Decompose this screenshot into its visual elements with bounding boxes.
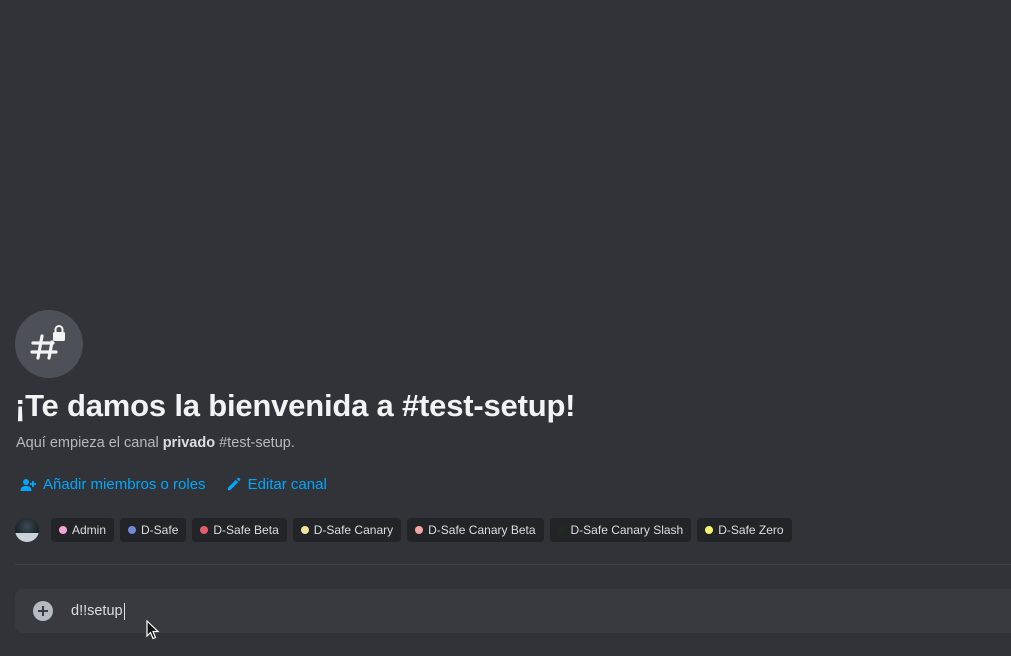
divider bbox=[15, 564, 1011, 565]
channel-members-row: Admin D-Safe D-Safe Beta D-Safe Canary D-Saf… bbox=[15, 518, 792, 542]
role-label: D-Safe Zero bbox=[718, 523, 784, 537]
role-color-dot bbox=[557, 526, 566, 534]
role-color-dot bbox=[415, 526, 424, 534]
member-avatar[interactable] bbox=[15, 518, 39, 542]
pencil-icon bbox=[227, 477, 240, 491]
add-user-icon bbox=[20, 478, 36, 491]
text-caret bbox=[123, 602, 125, 620]
edit-channel-label: Editar canal bbox=[247, 476, 327, 493]
role-label: D-Safe bbox=[141, 523, 179, 537]
role-pill[interactable]: D-Safe Canary Beta bbox=[407, 518, 544, 542]
mouse-cursor-icon bbox=[146, 620, 160, 640]
role-color-dot bbox=[128, 526, 137, 534]
role-label: D-Safe Canary Beta bbox=[428, 523, 536, 537]
attach-button[interactable] bbox=[33, 601, 53, 621]
add-members-label: Añadir miembros o roles bbox=[43, 476, 206, 493]
channel-actions: Añadir miembros o roles Editar canal bbox=[20, 476, 327, 493]
role-color-dot bbox=[59, 526, 67, 534]
role-color-dot bbox=[200, 526, 209, 534]
edit-channel-button[interactable]: Editar canal bbox=[226, 476, 327, 493]
add-members-button[interactable]: Añadir miembros o roles bbox=[20, 476, 206, 493]
role-label: D-Safe Canary bbox=[313, 523, 394, 537]
private-channel-icon bbox=[15, 310, 83, 378]
role-pill[interactable]: D-Safe Canary bbox=[292, 518, 402, 542]
role-pill[interactable]: D-Safe bbox=[120, 518, 187, 542]
subtitle-suffix: #test-setup. bbox=[215, 435, 295, 451]
role-pill[interactable]: D-Safe Canary Slash bbox=[549, 518, 692, 542]
welcome-title: ¡Te damos la bienvenida a #test-setup! bbox=[15, 388, 576, 423]
subtitle-prefix: Aquí empieza el canal bbox=[16, 435, 163, 451]
role-label: Admin bbox=[72, 523, 107, 537]
chat-view: ¡Te damos la bienvenida a #test-setup! A… bbox=[0, 0, 1011, 656]
message-composer: d!!setup bbox=[15, 589, 1011, 633]
welcome-subtitle: Aquí empieza el canal privado #test-setu… bbox=[16, 435, 295, 451]
subtitle-bold: privado bbox=[162, 435, 216, 451]
role-pill[interactable]: D-Safe Beta bbox=[192, 518, 287, 542]
role-pill[interactable]: Admin bbox=[51, 518, 115, 542]
role-pill[interactable]: D-Safe Zero bbox=[697, 518, 792, 542]
role-label: D-Safe Canary Slash bbox=[570, 523, 684, 537]
message-input[interactable]: d!!setup bbox=[71, 603, 123, 619]
role-color-dot bbox=[300, 526, 309, 534]
role-color-dot bbox=[705, 526, 714, 534]
role-label: D-Safe Beta bbox=[213, 523, 279, 537]
plus-icon bbox=[38, 606, 48, 616]
roles-list: Admin D-Safe D-Safe Beta D-Safe Canary D-Saf… bbox=[51, 518, 792, 542]
